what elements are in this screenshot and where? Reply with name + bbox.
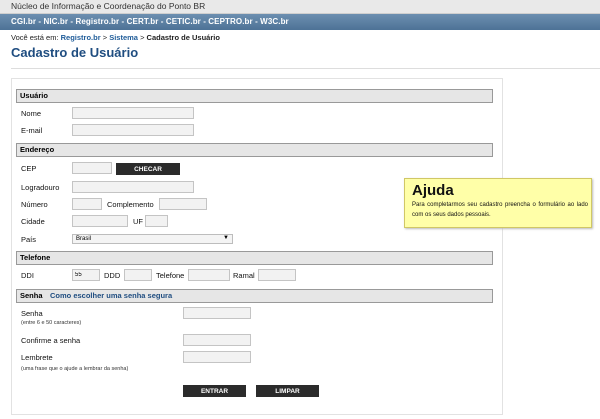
section-senha: Senha Como escolher uma senha segura (16, 289, 493, 303)
cidade-label: Cidade (21, 217, 45, 226)
ddd-input[interactable] (124, 269, 152, 281)
section-usuario: Usuário (16, 89, 493, 103)
breadcrumb-sep: > (137, 33, 147, 42)
senha-segura-link[interactable]: Como escolher uma senha segura (50, 291, 172, 300)
telefone-label: Telefone (156, 271, 185, 280)
pais-selected-value: Brasil (76, 236, 92, 242)
top-bar: Núcleo de Informação e Coordenação do Po… (0, 0, 600, 14)
limpar-button[interactable]: LIMPAR (256, 385, 319, 397)
lembrete-hint: (uma frase que o ajude a lembrar da senh… (21, 366, 129, 372)
breadcrumb: Você está em: Registro.br > Sistema > Ca… (11, 33, 220, 42)
ddi-label: DDI (21, 271, 34, 280)
breadcrumb-link-registro[interactable]: Registro.br (61, 33, 101, 42)
logradouro-label: Logradouro (21, 183, 60, 192)
breadcrumb-current: Cadastro de Usuário (146, 33, 220, 42)
uf-input[interactable] (145, 215, 168, 227)
org-name: Núcleo de Informação e Coordenação do Po… (11, 1, 206, 11)
confirme-senha-input[interactable] (183, 334, 251, 346)
email-label: E-mail (21, 126, 43, 135)
numero-label: Número (21, 200, 48, 209)
complemento-input[interactable] (159, 198, 207, 210)
section-title: Senha (20, 291, 43, 300)
section-endereco: Endereço (16, 143, 493, 157)
logradouro-input[interactable] (72, 181, 194, 193)
page-title: Cadastro de Usuário (11, 45, 139, 60)
lembrete-label: Lembrete (21, 353, 53, 362)
pais-select[interactable]: Brasil ▼ (72, 234, 233, 244)
nome-label: Nome (21, 109, 42, 118)
help-title: Ajuda (412, 182, 454, 199)
breadcrumb-link-sistema[interactable]: Sistema (109, 33, 138, 42)
numero-input[interactable] (72, 198, 102, 210)
complemento-label: Complemento (107, 200, 154, 209)
dropdown-arrow-icon: ▼ (223, 235, 229, 241)
nome-input[interactable] (72, 107, 194, 119)
ddd-label: DDD (104, 271, 121, 280)
help-box: Ajuda Para completarmos seu cadastro pre… (404, 178, 592, 228)
help-text: Para completarmos seu cadastro preencha … (412, 202, 588, 218)
breadcrumb-sep: > (100, 33, 110, 42)
entrar-button[interactable]: ENTRAR (183, 385, 246, 397)
senha-label: Senha (21, 309, 43, 318)
divider (11, 68, 600, 69)
senha-hint: (entre 6 e 50 caracteres) (21, 320, 82, 326)
section-telefone: Telefone (16, 251, 493, 265)
senha-input[interactable] (183, 307, 251, 319)
ddi-input[interactable] (72, 269, 100, 281)
ramal-label: Ramal (233, 271, 255, 280)
nav-links[interactable]: CGI.br - NIC.br - Registro.br - CERT.br … (11, 17, 289, 26)
nav-bar: CGI.br - NIC.br - Registro.br - CERT.br … (0, 14, 600, 30)
pais-label: País (21, 235, 37, 244)
email-input[interactable] (72, 124, 194, 136)
cidade-input[interactable] (72, 215, 128, 227)
confirme-senha-label: Confirme a senha (21, 336, 81, 345)
cep-label: CEP (21, 164, 37, 173)
section-title: Endereço (20, 145, 55, 154)
lembrete-input[interactable] (183, 351, 251, 363)
cep-input[interactable] (72, 162, 112, 174)
section-title: Telefone (20, 253, 51, 262)
checar-button[interactable]: CHECAR (116, 163, 180, 175)
ramal-input[interactable] (258, 269, 296, 281)
telefone-input[interactable] (188, 269, 230, 281)
breadcrumb-prefix: Você está em: (11, 33, 59, 42)
section-title: Usuário (20, 91, 48, 100)
uf-label: UF (133, 217, 143, 226)
